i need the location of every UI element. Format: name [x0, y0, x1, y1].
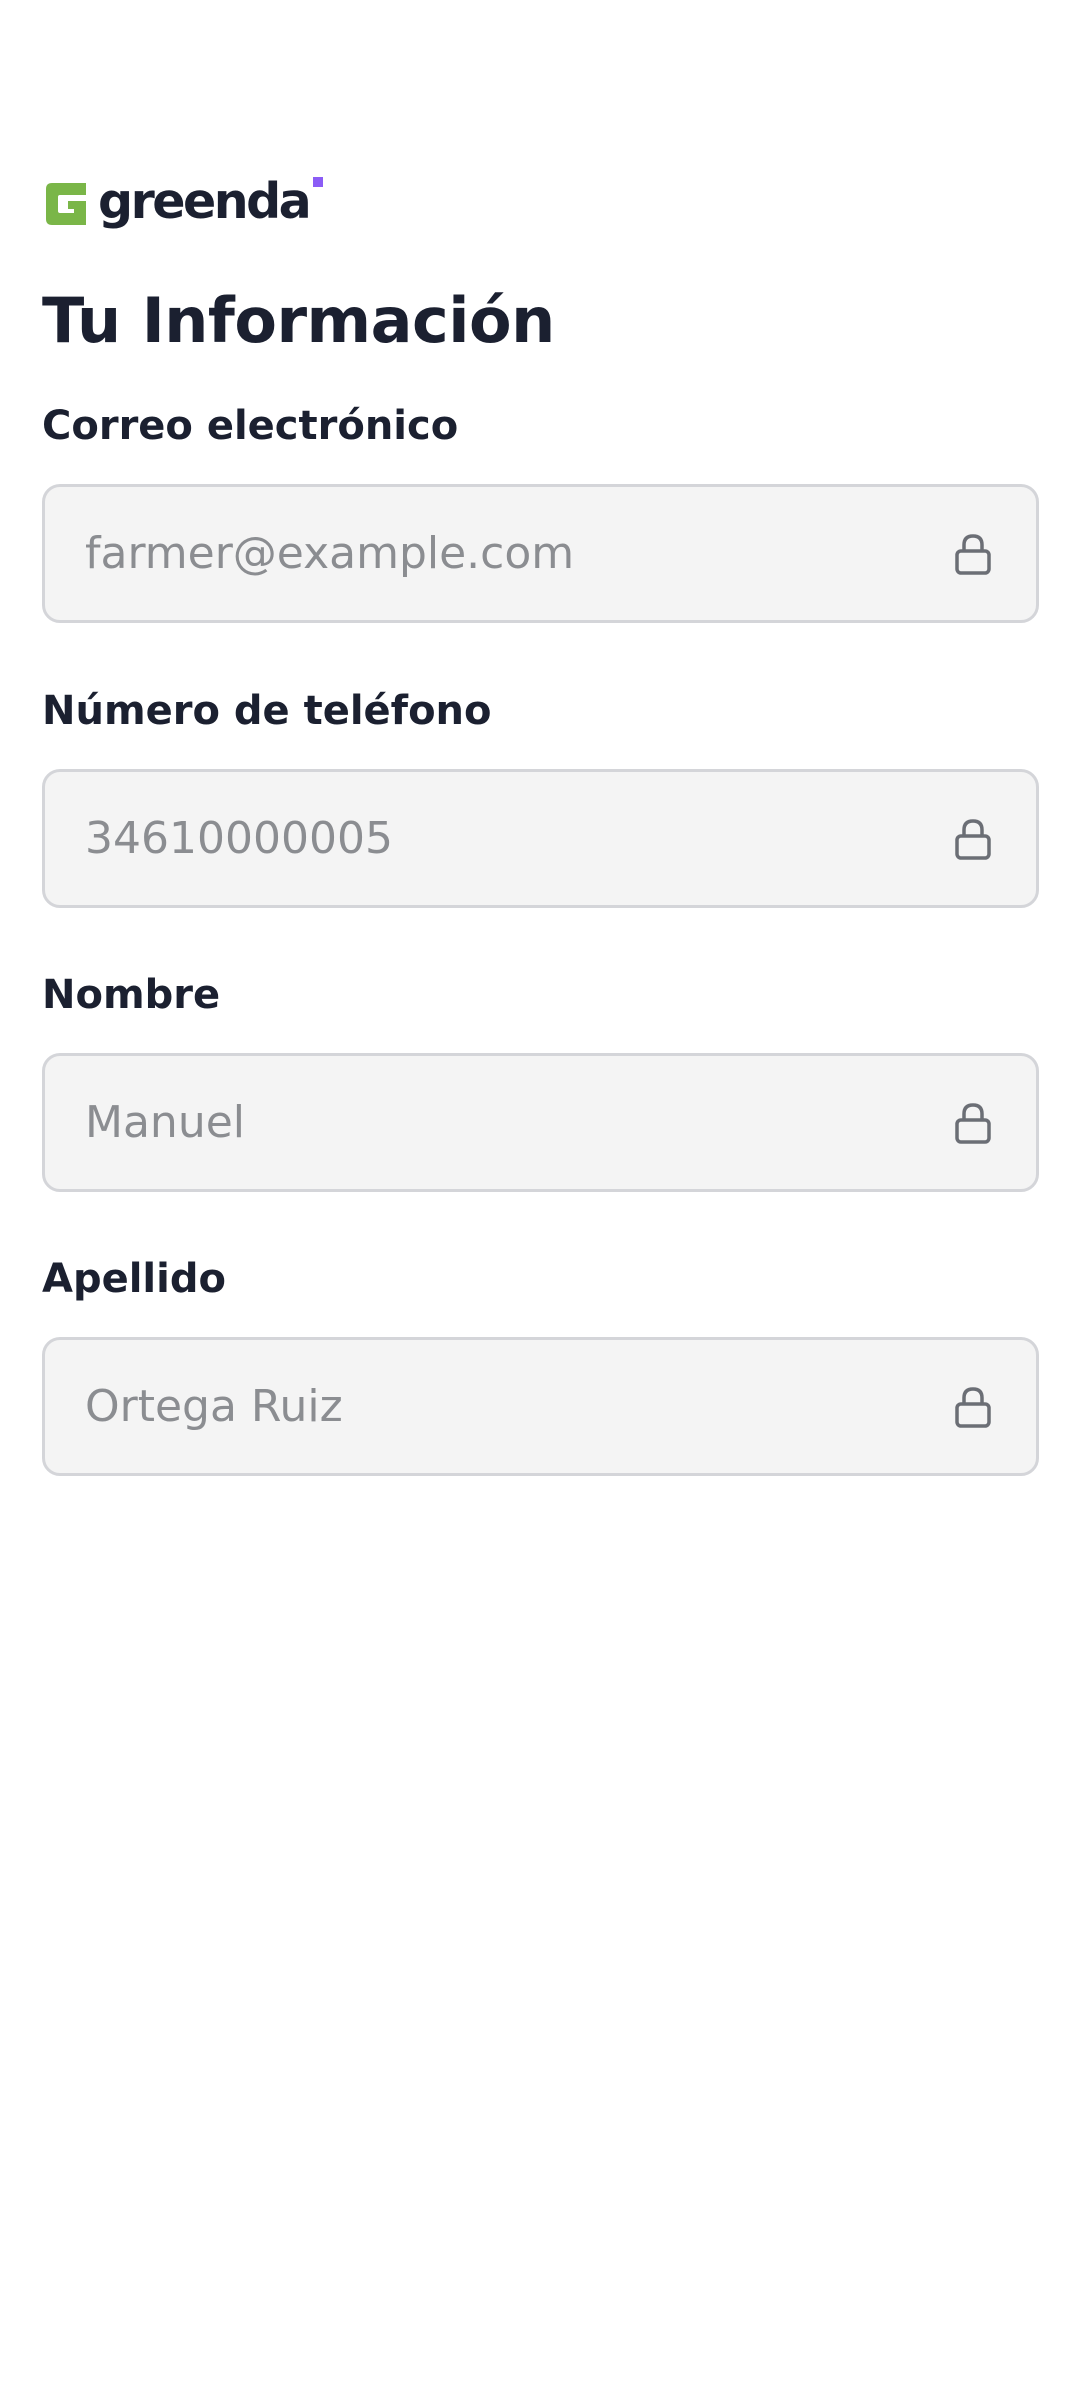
brand-logo: greenda [42, 172, 324, 232]
email-label: Correo electrónico [42, 403, 459, 449]
brand-wordmark: greenda [98, 172, 312, 230]
phone-input[interactable] [85, 772, 945, 905]
page-title: Tu Información [42, 284, 555, 357]
last-name-label: Apellido [42, 1256, 226, 1302]
profile-screen: greenda Tu Información Correo electrónic… [0, 0, 1080, 2400]
first-name-label: Nombre [42, 972, 221, 1018]
lock-icon [955, 1102, 991, 1144]
first-name-field[interactable] [42, 1053, 1039, 1192]
last-name-field[interactable] [42, 1337, 1039, 1476]
phone-label: Número de teléfono [42, 688, 492, 734]
email-field[interactable] [42, 484, 1039, 623]
lock-icon [955, 533, 991, 575]
phone-field[interactable] [42, 769, 1039, 908]
last-name-input[interactable] [85, 1340, 945, 1473]
brand-accent-dot [313, 177, 324, 187]
first-name-input[interactable] [85, 1056, 945, 1189]
greenda-g-mark-icon [46, 183, 86, 225]
lock-icon [955, 818, 991, 860]
lock-icon [955, 1386, 991, 1428]
email-input[interactable] [85, 487, 945, 620]
